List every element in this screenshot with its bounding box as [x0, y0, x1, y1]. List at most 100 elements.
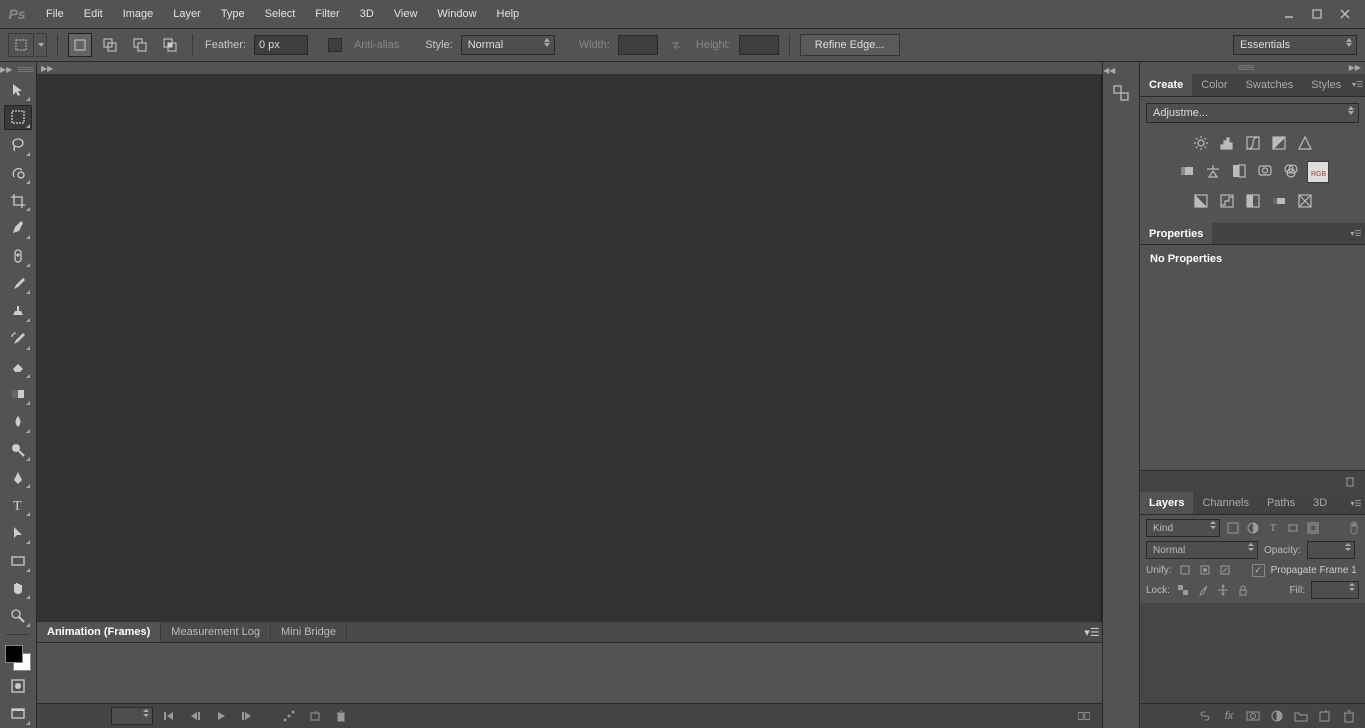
- menu-help[interactable]: Help: [487, 0, 530, 28]
- tool-path-select[interactable]: [4, 520, 32, 546]
- tab-3d[interactable]: 3D: [1304, 492, 1336, 514]
- foreground-color[interactable]: [5, 645, 23, 663]
- tool-quick-mask[interactable]: [4, 674, 32, 700]
- tool-healing-brush[interactable]: [4, 243, 32, 269]
- create-panel-menu[interactable]: ▾☰: [1350, 74, 1365, 96]
- tab-paths[interactable]: Paths: [1258, 492, 1304, 514]
- tool-clone-stamp[interactable]: [4, 298, 32, 324]
- timeline-tween[interactable]: [279, 707, 299, 725]
- tab-mini-bridge[interactable]: Mini Bridge: [271, 622, 347, 642]
- new-adjustment-icon[interactable]: [1269, 708, 1285, 724]
- timeline-play[interactable]: [211, 707, 231, 725]
- adj-gradient-map-icon[interactable]: [1269, 191, 1289, 211]
- canvas-collapse[interactable]: ▶▶: [37, 62, 1110, 74]
- menu-filter[interactable]: Filter: [305, 0, 349, 28]
- bottom-panel-menu[interactable]: ▾☰: [1082, 622, 1102, 642]
- tool-screen-mode[interactable]: [4, 701, 32, 727]
- tab-layers[interactable]: Layers: [1140, 492, 1193, 514]
- properties-delete-icon[interactable]: [1343, 474, 1357, 488]
- adj-exposure-icon[interactable]: [1269, 133, 1289, 153]
- new-layer-icon[interactable]: [1317, 708, 1333, 724]
- tab-styles[interactable]: Styles: [1302, 74, 1350, 96]
- adj-vibrance-icon[interactable]: [1295, 133, 1315, 153]
- menu-select[interactable]: Select: [255, 0, 306, 28]
- layer-mask-icon[interactable]: [1245, 708, 1261, 724]
- style-dropdown[interactable]: Normal: [461, 35, 555, 55]
- selection-subtract[interactable]: [128, 33, 152, 57]
- tool-gradient[interactable]: [4, 382, 32, 408]
- panels-collapse[interactable]: ▶▶: [1140, 62, 1365, 74]
- tab-measurement-log[interactable]: Measurement Log: [161, 622, 271, 642]
- adj-color-lookup-icon[interactable]: RGB: [1307, 161, 1329, 183]
- adj-threshold-icon[interactable]: [1243, 191, 1263, 211]
- menu-file[interactable]: File: [36, 0, 74, 28]
- adj-photo-filter-icon[interactable]: [1255, 161, 1275, 181]
- adj-selective-color-icon[interactable]: [1295, 191, 1315, 211]
- unify-position-icon[interactable]: [1178, 563, 1192, 577]
- layers-panel-menu[interactable]: ▾☰: [1347, 492, 1365, 514]
- workspace-switcher[interactable]: Essentials: [1233, 35, 1357, 55]
- color-swatches[interactable]: [3, 643, 33, 673]
- adj-channel-mixer-icon[interactable]: [1281, 161, 1301, 181]
- layer-filter-kind[interactable]: Kind: [1146, 519, 1220, 537]
- lock-position-icon[interactable]: [1216, 583, 1230, 597]
- filter-pixel-icon[interactable]: [1226, 521, 1240, 535]
- filter-shape-icon[interactable]: [1286, 521, 1300, 535]
- toolbar-expand[interactable]: ▶▶: [0, 64, 38, 76]
- tab-color[interactable]: Color: [1192, 74, 1236, 96]
- tool-crop[interactable]: [4, 188, 32, 214]
- unify-visibility-icon[interactable]: [1198, 563, 1212, 577]
- timeline-first-frame[interactable]: [159, 707, 179, 725]
- timeline-delete[interactable]: [331, 707, 351, 725]
- menu-layer[interactable]: Layer: [163, 0, 211, 28]
- menu-image[interactable]: Image: [113, 0, 164, 28]
- menu-view[interactable]: View: [384, 0, 428, 28]
- delete-layer-icon[interactable]: [1341, 708, 1357, 724]
- unify-style-icon[interactable]: [1218, 563, 1232, 577]
- tab-animation[interactable]: Animation (Frames): [37, 622, 161, 642]
- timeline-new-frame[interactable]: [305, 707, 325, 725]
- menu-edit[interactable]: Edit: [74, 0, 113, 28]
- canvas[interactable]: [37, 74, 1102, 622]
- tool-pen[interactable]: [4, 465, 32, 491]
- tool-preset-picker[interactable]: [8, 33, 47, 57]
- selection-new[interactable]: [68, 33, 92, 57]
- history-panel-icon[interactable]: [1108, 80, 1134, 106]
- tool-zoom[interactable]: [4, 603, 32, 629]
- lock-transparent-icon[interactable]: [1176, 583, 1190, 597]
- adj-brightness-icon[interactable]: [1191, 133, 1211, 153]
- tab-swatches[interactable]: Swatches: [1237, 74, 1303, 96]
- selection-add[interactable]: [98, 33, 122, 57]
- lock-all-icon[interactable]: [1236, 583, 1250, 597]
- timeline-prev-frame[interactable]: [185, 707, 205, 725]
- layers-list[interactable]: [1140, 603, 1365, 703]
- tool-eyedropper[interactable]: [4, 215, 32, 241]
- timeline-loop-dropdown[interactable]: [111, 707, 153, 725]
- timeline-convert[interactable]: [1074, 707, 1094, 725]
- propagate-checkbox[interactable]: ✓: [1252, 564, 1265, 577]
- timeline-next-frame[interactable]: [237, 707, 257, 725]
- filter-smart-icon[interactable]: [1306, 521, 1320, 535]
- tool-blur[interactable]: [4, 409, 32, 435]
- menu-type[interactable]: Type: [211, 0, 255, 28]
- properties-panel-menu[interactable]: ▾☰: [1347, 223, 1365, 245]
- new-group-icon[interactable]: [1293, 708, 1309, 724]
- window-minimize[interactable]: [1275, 4, 1303, 24]
- mini-dock-expand[interactable]: ◀◀: [1101, 64, 1141, 76]
- layer-fx-icon[interactable]: fx: [1221, 708, 1237, 724]
- tool-dodge[interactable]: [4, 437, 32, 463]
- adj-curves-icon[interactable]: [1243, 133, 1263, 153]
- selection-intersect[interactable]: [158, 33, 182, 57]
- lock-pixels-icon[interactable]: [1196, 583, 1210, 597]
- tool-history-brush[interactable]: [4, 326, 32, 352]
- tool-move[interactable]: [4, 77, 32, 103]
- refine-edge-button[interactable]: Refine Edge...: [800, 34, 900, 56]
- window-maximize[interactable]: [1303, 4, 1331, 24]
- tab-channels[interactable]: Channels: [1193, 492, 1257, 514]
- adj-color-balance-icon[interactable]: [1203, 161, 1223, 181]
- window-close[interactable]: [1331, 4, 1359, 24]
- tool-eraser[interactable]: [4, 354, 32, 380]
- adj-bw-icon[interactable]: [1229, 161, 1249, 181]
- fill-input[interactable]: [1311, 581, 1359, 599]
- tool-rectangle[interactable]: [4, 548, 32, 574]
